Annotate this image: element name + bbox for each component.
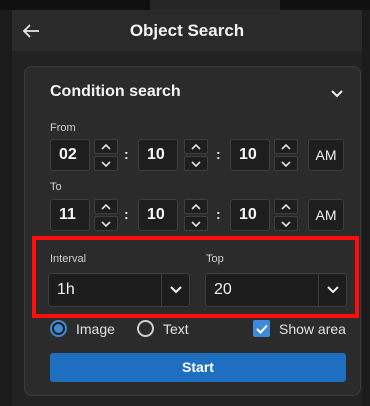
to-hour-field[interactable]: 11	[50, 199, 90, 231]
to-minute-field[interactable]: 10	[138, 199, 178, 231]
collapse-toggle[interactable]	[327, 84, 347, 104]
chevron-down-icon	[101, 160, 111, 167]
back-button[interactable]	[18, 18, 44, 44]
from-minute-stepper	[184, 139, 208, 171]
chevron-down-icon	[326, 286, 339, 294]
show-area-label: Show area	[279, 320, 346, 337]
chevron-up-icon	[101, 203, 111, 210]
time-separator: :	[216, 146, 221, 162]
text-radio[interactable]: Text	[137, 320, 189, 337]
to-ampm-toggle[interactable]: AM	[308, 199, 344, 231]
chevron-up-icon	[281, 143, 291, 150]
checkmark-icon	[253, 320, 270, 337]
radio-unselected-icon	[137, 320, 154, 337]
chevron-down-icon	[281, 220, 291, 227]
chevron-down-icon	[331, 90, 343, 98]
chevron-down-icon	[101, 220, 111, 227]
time-separator: :	[124, 146, 129, 162]
from-second-stepper	[274, 139, 298, 171]
from-second-field[interactable]: 10	[230, 139, 270, 171]
chevron-down-icon	[169, 286, 182, 294]
top-dropdown-caret	[318, 274, 346, 306]
arrow-left-icon	[22, 24, 39, 38]
chevron-up-icon	[281, 203, 291, 210]
top-select[interactable]: 20	[205, 273, 347, 307]
from-minute-decrement[interactable]	[184, 156, 208, 171]
from-ampm-toggle[interactable]: AM	[308, 139, 344, 171]
interval-dropdown-caret	[161, 274, 189, 306]
from-second-increment[interactable]	[274, 139, 298, 154]
interval-value: 1h	[57, 281, 75, 298]
interval-label: Interval	[50, 253, 87, 265]
chevron-down-icon	[191, 160, 201, 167]
from-minute-field[interactable]: 10	[138, 139, 178, 171]
condition-search-card	[24, 66, 361, 396]
page-title: Object Search	[129, 21, 245, 40]
from-hour-decrement[interactable]	[94, 156, 118, 171]
time-separator: :	[124, 206, 129, 222]
text-radio-label: Text	[163, 320, 189, 337]
from-label: From	[50, 122, 76, 134]
title-bar-handle	[150, 0, 280, 10]
start-button[interactable]: Start	[50, 353, 346, 382]
show-area-checkbox[interactable]: Show area	[253, 320, 346, 337]
from-hour-increment[interactable]	[94, 139, 118, 154]
to-label: To	[50, 181, 62, 193]
to-second-increment[interactable]	[274, 199, 298, 214]
to-second-field[interactable]: 10	[230, 199, 270, 231]
image-radio-label: Image	[76, 320, 115, 337]
to-minute-decrement[interactable]	[184, 216, 208, 231]
chevron-up-icon	[191, 203, 201, 210]
radio-selected-icon	[50, 320, 67, 337]
to-second-stepper	[274, 199, 298, 231]
to-minute-stepper	[184, 199, 208, 231]
chevron-down-icon	[191, 220, 201, 227]
image-radio[interactable]: Image	[50, 320, 115, 337]
interval-select[interactable]: 1h	[48, 273, 190, 307]
to-hour-stepper	[94, 199, 118, 231]
from-minute-increment[interactable]	[184, 139, 208, 154]
title-bar-strip	[0, 0, 370, 10]
to-minute-increment[interactable]	[184, 199, 208, 214]
from-hour-field[interactable]: 02	[50, 139, 90, 171]
top-value: 20	[214, 281, 232, 298]
header: Object Search	[12, 10, 362, 52]
chevron-up-icon	[191, 143, 201, 150]
chevron-up-icon	[101, 143, 111, 150]
to-second-decrement[interactable]	[274, 216, 298, 231]
chevron-down-icon	[281, 160, 291, 167]
from-hour-stepper	[94, 139, 118, 171]
time-separator: :	[216, 206, 221, 222]
from-second-decrement[interactable]	[274, 156, 298, 171]
top-label: Top	[206, 253, 224, 265]
condition-search-title: Condition search	[50, 83, 181, 100]
to-hour-increment[interactable]	[94, 199, 118, 214]
to-hour-decrement[interactable]	[94, 216, 118, 231]
